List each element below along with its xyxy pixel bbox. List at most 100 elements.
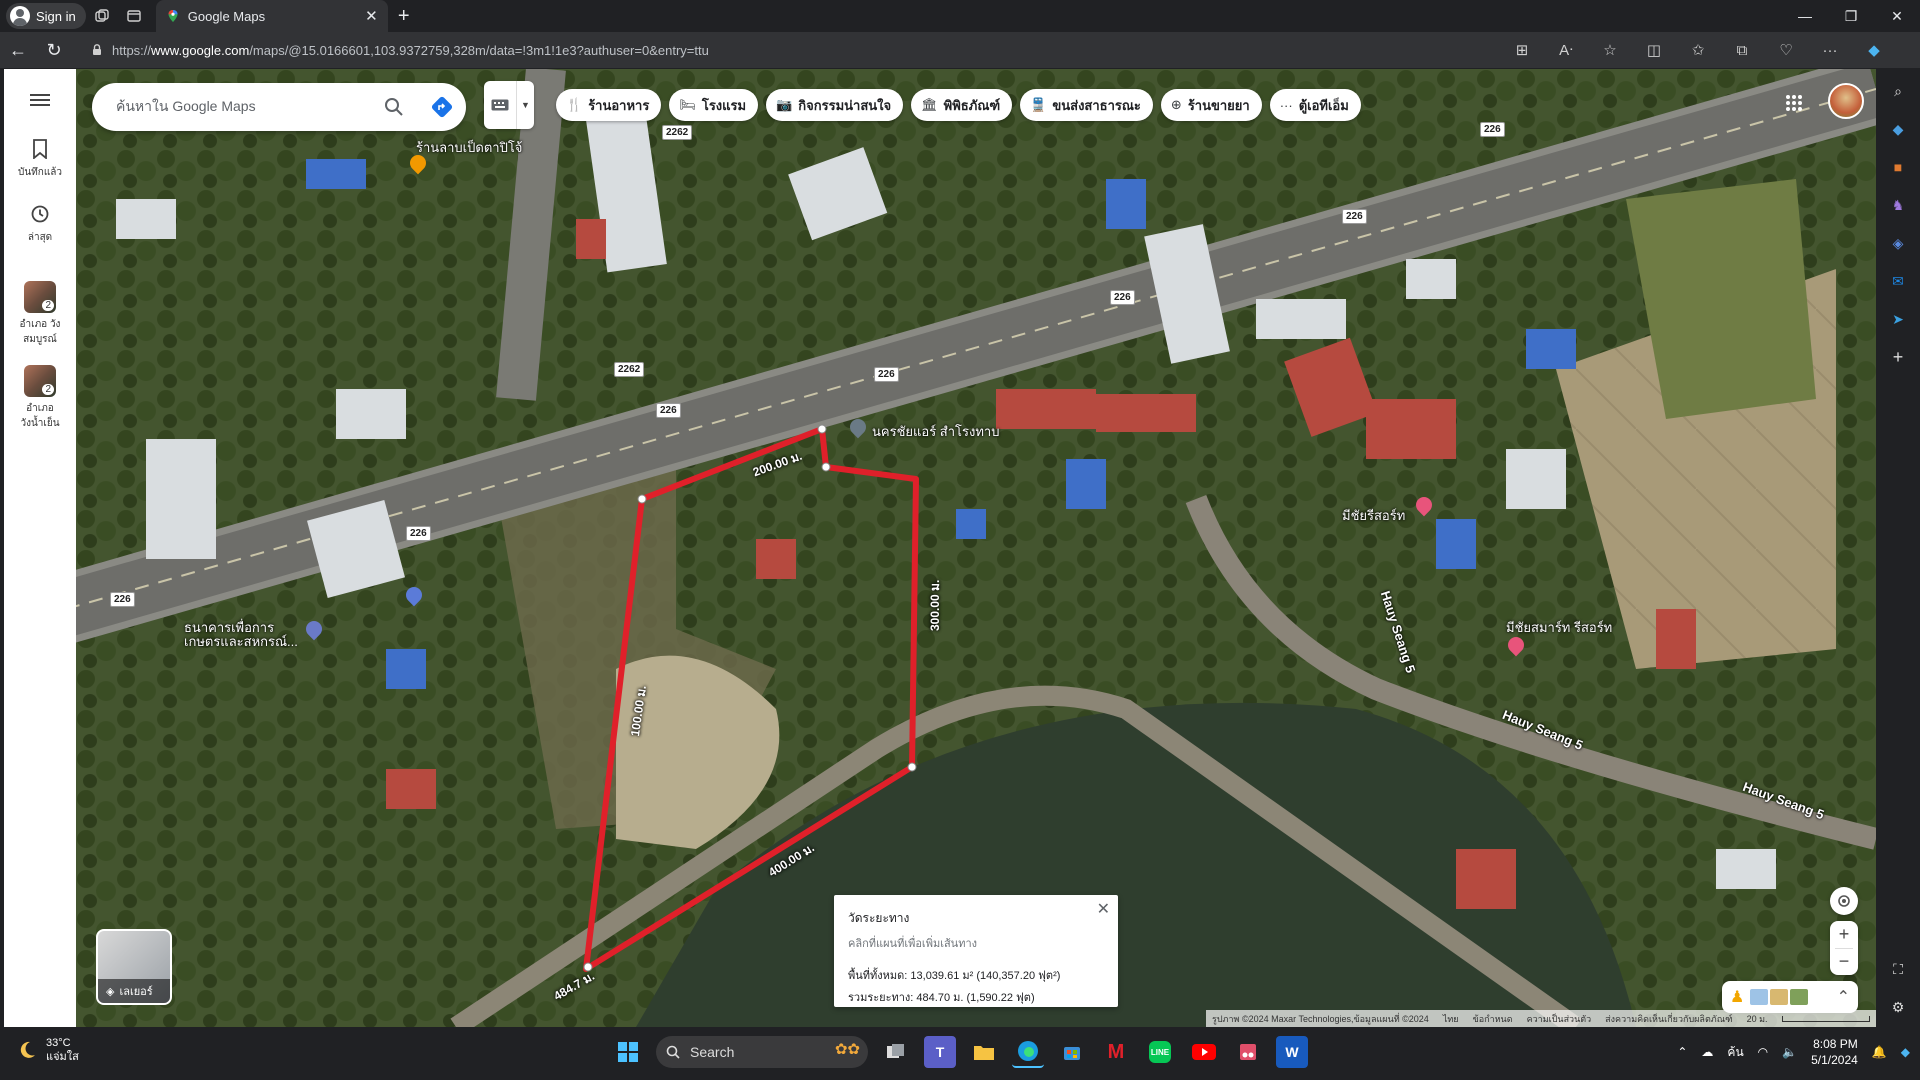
- refresh-button[interactable]: ↻: [36, 32, 72, 68]
- recent-place-1[interactable]: 2 อำเภอ วัง สมบูรณ์: [8, 281, 72, 347]
- tab-actions-icon[interactable]: [118, 0, 150, 32]
- back-button[interactable]: ←: [0, 32, 36, 68]
- chip-pharmacies[interactable]: ⊕ ร้านขายยา: [1160, 89, 1262, 121]
- restore-icon[interactable]: ❐: [1828, 0, 1874, 32]
- windows-taskbar: 33°C แจ่มใส Search ✿✿ T M LINE W ⌃ ☁ ค้น…: [0, 1032, 1920, 1080]
- onedrive-icon[interactable]: ☁: [1701, 1045, 1713, 1059]
- camera-icon: 📷: [776, 97, 793, 112]
- outlook-icon[interactable]: ✉: [1886, 269, 1910, 293]
- mcafee-icon[interactable]: M: [1100, 1036, 1132, 1068]
- layers-button[interactable]: ◈ เลเยอร์: [96, 929, 172, 1005]
- chip-hotels[interactable]: 🛏 โรงแรม: [669, 89, 759, 121]
- imagery-thumbnail[interactable]: [1790, 989, 1809, 1005]
- chip-restaurants[interactable]: 🍴 ร้านอาหาร: [556, 89, 662, 121]
- place-label[interactable]: ร้านลาบเป็ดตาปิโจ้: [416, 137, 522, 158]
- moon-icon: [20, 1041, 35, 1058]
- chip-museums[interactable]: 🏛 พิพิธภัณฑ์: [911, 89, 1013, 121]
- favorite-star-icon[interactable]: ☆: [1588, 32, 1632, 68]
- zoom-out-button[interactable]: −: [1839, 949, 1850, 975]
- place-label[interactable]: มีชัยสมาร์ท รีสอร์ท: [1506, 617, 1612, 638]
- url-field[interactable]: https://www.google.com/maps/@15.0166601,…: [80, 36, 1490, 64]
- volume-icon[interactable]: 🔈: [1782, 1045, 1797, 1059]
- input-language[interactable]: ค้น: [1727, 1043, 1743, 1062]
- chevron-up-icon[interactable]: ⌃: [1677, 1045, 1687, 1059]
- weather-widget[interactable]: 33°C แจ่มใส: [16, 1036, 79, 1064]
- settings-icon[interactable]: ⚙: [1886, 995, 1910, 1019]
- line-app-icon[interactable]: LINE: [1144, 1036, 1176, 1068]
- chip-transit[interactable]: 🚆 ขนส่งสาธารณะ: [1020, 89, 1153, 121]
- sign-in-button[interactable]: Sign in: [6, 3, 86, 29]
- favorites-icon[interactable]: ✩: [1676, 32, 1720, 68]
- directions-icon[interactable]: [418, 83, 466, 131]
- read-aloud-icon[interactable]: Aᐧ: [1544, 32, 1588, 68]
- recent-button[interactable]: ล่าสุด: [8, 204, 72, 245]
- file-explorer-icon[interactable]: [968, 1036, 1000, 1068]
- saved-button[interactable]: บันทึกแล้ว: [8, 139, 72, 180]
- microsoft-store-icon[interactable]: [1056, 1036, 1088, 1068]
- collections-icon[interactable]: ⧉: [1720, 32, 1764, 68]
- zoom-in-button[interactable]: +: [1839, 922, 1850, 948]
- app-available-icon[interactable]: ⊞: [1500, 32, 1544, 68]
- word-icon[interactable]: W: [1276, 1036, 1308, 1068]
- chip-atms[interactable]: ··· ตู้เอทีเอ็ม: [1269, 89, 1361, 121]
- screenshot-icon[interactable]: ⛶: [1886, 957, 1910, 981]
- search-input[interactable]: ค้นหาใน Google Maps: [116, 96, 370, 118]
- close-icon[interactable]: ✕: [1097, 899, 1110, 919]
- minimize-icon[interactable]: —: [1782, 0, 1828, 32]
- recent-place-2[interactable]: 2 อำเภอ วังน้ำเย็น: [8, 365, 72, 431]
- place-label[interactable]: มีชัยรีสอร์ท: [1342, 505, 1405, 526]
- new-tab-button[interactable]: +: [388, 0, 420, 32]
- terms-link[interactable]: ข้อกำหนด: [1473, 1012, 1513, 1026]
- scale-label[interactable]: 20 ม.: [1747, 1012, 1768, 1026]
- account-avatar[interactable]: [1828, 83, 1864, 119]
- wifi-icon[interactable]: ◠: [1758, 1045, 1768, 1059]
- street-view-control[interactable]: ♟ ⌃: [1722, 981, 1858, 1013]
- search-icon[interactable]: [370, 83, 418, 131]
- start-button[interactable]: [612, 1036, 644, 1068]
- youtube-icon[interactable]: [1188, 1036, 1220, 1068]
- close-tab-icon[interactable]: ✕: [365, 7, 378, 25]
- privacy-link[interactable]: ความเป็นส่วนตัว: [1527, 1012, 1592, 1026]
- attribution-bar: รูปภาพ ©2024 Maxar Technologies,ข้อมูลแผ…: [1206, 1010, 1876, 1027]
- copilot-taskbar-icon[interactable]: ◆: [1901, 1045, 1910, 1059]
- place-label[interactable]: นครชัยแอร์ สำโรงทาบ: [872, 421, 999, 442]
- menu-icon[interactable]: [30, 91, 50, 109]
- teams-icon[interactable]: T: [924, 1036, 956, 1068]
- copilot-icon[interactable]: ◆: [1852, 32, 1896, 68]
- search-box[interactable]: ค้นหาใน Google Maps: [92, 83, 466, 131]
- imagery-thumbnail[interactable]: [1750, 989, 1769, 1005]
- split-screen-icon[interactable]: ◫: [1632, 32, 1676, 68]
- notifications-icon[interactable]: 🔔: [1872, 1045, 1887, 1059]
- taskbar-search[interactable]: Search ✿✿: [656, 1036, 868, 1068]
- shopping-tag-icon[interactable]: ◆: [1886, 117, 1910, 141]
- place-label[interactable]: ธนาคารเพื่อการ เกษตรและสหกรณ์...: [184, 621, 298, 649]
- snipping-tool-icon[interactable]: [1232, 1036, 1264, 1068]
- chip-things-to-do[interactable]: 📷 กิจกรรมน่าสนใจ: [766, 89, 904, 121]
- clock[interactable]: 8:08 PM 5/1/2024: [1811, 1036, 1858, 1068]
- task-view-icon[interactable]: [880, 1036, 912, 1068]
- lock-icon: [93, 44, 101, 55]
- google-apps-icon[interactable]: [1776, 85, 1812, 121]
- edge-browser-icon[interactable]: [1012, 1036, 1044, 1068]
- tools-icon[interactable]: ■: [1886, 155, 1910, 179]
- workspaces-icon[interactable]: [86, 0, 118, 32]
- road-shield: 226: [656, 403, 681, 418]
- add-sidebar-app-icon[interactable]: +: [1886, 345, 1910, 369]
- search-icon[interactable]: ⌕: [1886, 79, 1910, 103]
- tab-google-maps[interactable]: Google Maps ✕: [155, 0, 388, 32]
- pegman-icon[interactable]: ♟: [1730, 987, 1744, 1007]
- language-link[interactable]: ไทย: [1443, 1012, 1459, 1026]
- satellite-map[interactable]: ค้นหาใน Google Maps ▼ 🍴 ร้านอาหาร 🛏 โรงแรม…: [76, 69, 1876, 1027]
- my-location-button[interactable]: [1830, 887, 1858, 915]
- imagery-thumbnail[interactable]: [1770, 989, 1789, 1005]
- more-options-icon[interactable]: ···: [1808, 32, 1852, 68]
- close-window-icon[interactable]: ✕: [1874, 0, 1920, 32]
- telegram-icon[interactable]: ➤: [1886, 307, 1910, 331]
- browser-essentials-icon[interactable]: ♡: [1764, 32, 1808, 68]
- games-icon[interactable]: ♞: [1886, 193, 1910, 217]
- chevron-down-icon[interactable]: ▼: [516, 81, 534, 129]
- input-tools-button[interactable]: ▼: [484, 81, 534, 129]
- chevron-up-icon[interactable]: ⌃: [1837, 987, 1850, 1007]
- copilot-app-icon[interactable]: ◈: [1886, 231, 1910, 255]
- feedback-link[interactable]: ส่งความคิดเห็นเกี่ยวกับผลิตภัณฑ์: [1605, 1012, 1732, 1026]
